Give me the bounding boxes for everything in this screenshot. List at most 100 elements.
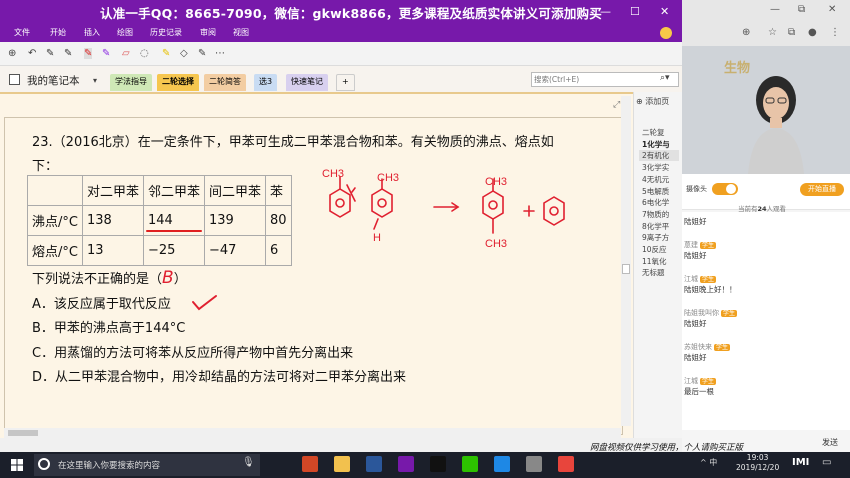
notebook-name[interactable]: 我的笔记本 [27, 73, 80, 88]
benzene-ring-3 [482, 190, 504, 220]
page-item[interactable]: 二轮复 [642, 127, 665, 138]
taskbar-search-placeholder: 在这里输入你要搜索的内容 [58, 461, 161, 471]
page-item[interactable]: 9离子方 [642, 232, 669, 243]
wechat-app-icon[interactable] [462, 456, 478, 472]
highlighter-icon[interactable]: ✎ [162, 48, 170, 59]
pen-purple-icon[interactable]: ✎ [102, 48, 110, 59]
powerpoint-app-icon[interactable] [302, 456, 318, 472]
student-badge: 学生 [714, 344, 731, 351]
action-center-icon[interactable]: ▭ [822, 457, 831, 468]
page-item[interactable]: 10反应 [642, 244, 667, 255]
media-app-icon[interactable] [526, 456, 542, 472]
pen-black-icon[interactable]: ✎ [46, 48, 54, 59]
pen-outline-icon[interactable]: ✎ [198, 48, 206, 59]
chat-message: 陆姐好 [684, 217, 707, 226]
minimize-button[interactable]: — [600, 5, 611, 18]
page-item[interactable]: 8化学平 [642, 221, 669, 232]
pen-red-icon[interactable]: ✎ [84, 48, 93, 59]
notification-logo-icon[interactable]: IMI [792, 457, 809, 468]
table-header-row: 对二甲苯 邻二甲苯 间二甲苯 苯 [27, 175, 292, 206]
page-item[interactable]: 4无机元 [642, 174, 669, 185]
windows-start-icon[interactable] [11, 459, 23, 471]
system-tray[interactable]: ^ 中 [700, 457, 717, 468]
red-underline-mark [145, 230, 202, 232]
table-cell: −47 [203, 235, 267, 266]
table-row-boiling-point: 沸点/°C 138 144 139 80 [27, 205, 292, 236]
explorer-app-icon[interactable] [334, 456, 350, 472]
qq-app-icon[interactable] [430, 456, 446, 472]
pen-dark-icon[interactable]: ✎ [64, 48, 72, 59]
zoom-icon[interactable]: ⊕ [742, 27, 750, 38]
camera-toggle-knob [726, 184, 736, 194]
send-button[interactable]: 发送 [822, 437, 838, 448]
menu-bar [0, 24, 682, 42]
menu-history[interactable]: 历史记录 [150, 27, 182, 38]
menu-draw[interactable]: 绘图 [117, 27, 133, 38]
page-item[interactable]: 3化学实 [642, 162, 669, 173]
window-title: 认准一手QQ：8665-7090，微信：gkwk8866，更多课程及纸质实体讲义… [100, 6, 602, 21]
smiley-feedback-icon[interactable] [660, 27, 672, 39]
word-app-icon[interactable] [366, 456, 382, 472]
profile-icon[interactable]: ● [808, 27, 817, 38]
horizontal-scrollbar[interactable] [4, 428, 621, 438]
lasso-icon[interactable]: ◌ [140, 48, 149, 59]
menu-file[interactable]: 文件 [14, 27, 30, 38]
menu-insert[interactable]: 插入 [84, 27, 100, 38]
menu-review[interactable]: 审阅 [200, 27, 216, 38]
star-icon[interactable]: ☆ [768, 27, 777, 38]
vertical-scrollbar[interactable] [621, 96, 631, 426]
maximize-button[interactable]: ☐ [630, 5, 640, 18]
table-header-cell: 苯 [265, 175, 292, 206]
search-placeholder: 搜索(Ctrl+E) [534, 75, 580, 84]
page-item[interactable]: 6电化学 [642, 197, 669, 208]
section-tab-elective3[interactable]: 选3 [254, 74, 278, 91]
page-item[interactable]: 11氧化 [642, 256, 667, 267]
expand-page-icon[interactable]: ⤢ [613, 100, 620, 110]
add-section-button[interactable]: + [336, 74, 355, 91]
restore-browser-icon[interactable]: ⧉ [798, 4, 805, 15]
add-page-button[interactable]: ⊕ 添加页 [636, 96, 669, 107]
notebook-icon [9, 74, 20, 85]
option-c: C．用蒸馏的方法可将苯从反应所得产物中首先分离出来 [32, 346, 354, 361]
edge-app-icon[interactable] [494, 456, 510, 472]
section-tab-quick-notes[interactable]: 快速笔记 [286, 74, 328, 91]
start-live-button[interactable]: 开始直播 [800, 183, 844, 196]
extensions-icon[interactable]: ⧉ [788, 27, 795, 38]
search-icon[interactable]: ⌕▾ [660, 73, 670, 83]
section-tab-study-method[interactable]: 学法指导 [110, 74, 152, 91]
close-browser-icon[interactable]: ✕ [828, 4, 836, 15]
page-item[interactable]: 5电解质 [642, 186, 669, 197]
onenote-app-icon[interactable] [398, 456, 414, 472]
page-item[interactable]: 无标题 [642, 267, 665, 278]
minimize-browser-icon[interactable]: — [770, 4, 780, 15]
section-tab-round2-short[interactable]: 二轮简答 [204, 74, 246, 91]
page-item[interactable]: 2有机化 [639, 150, 679, 162]
shapes-icon[interactable]: ◇ [180, 48, 188, 59]
eraser-icon[interactable]: ▱ [122, 48, 130, 59]
table-cell-value: 144 [147, 213, 173, 228]
menu-home[interactable]: 开始 [50, 27, 66, 38]
more-tools-icon[interactable]: ⋯ [215, 48, 225, 59]
benzene-ring-2 [371, 188, 393, 218]
more-icon[interactable]: ⋮ [830, 27, 840, 38]
red-check-mark-icon [192, 295, 217, 311]
chrome-app-icon[interactable] [558, 456, 574, 472]
vertical-scroll-thumb[interactable] [622, 264, 630, 274]
horizontal-scroll-thumb[interactable] [8, 430, 38, 436]
notebook-dropdown-icon[interactable]: ▾ [93, 76, 97, 85]
section-tab-round2-choice[interactable]: 二轮选择 [157, 74, 199, 91]
close-button[interactable]: ✕ [660, 5, 669, 18]
menu-view[interactable]: 视图 [233, 27, 249, 38]
page-item[interactable]: 1化学与 [642, 139, 670, 150]
chat-username: 江城 学生 [684, 376, 717, 386]
undo-icon[interactable]: ↶ [28, 48, 36, 59]
chat-username-text: 江城 [684, 275, 698, 283]
table-cell: 139 [203, 205, 267, 236]
cortana-icon [38, 458, 50, 470]
microphone-icon[interactable]: 🎙 [242, 457, 255, 468]
page-item[interactable]: 7物质的 [642, 209, 669, 220]
taskbar-clock[interactable]: 19:03 2019/12/20 [736, 453, 779, 473]
back-icon[interactable]: ⊕ [8, 48, 16, 59]
question-stem-line1: 23.（2016北京）在一定条件下，甲苯可生成二甲苯混合物和苯。有关物质的沸点、… [32, 135, 554, 150]
handwritten-reaction-sketch: CH3 CH3 H CH3 CH3 [322, 168, 565, 250]
